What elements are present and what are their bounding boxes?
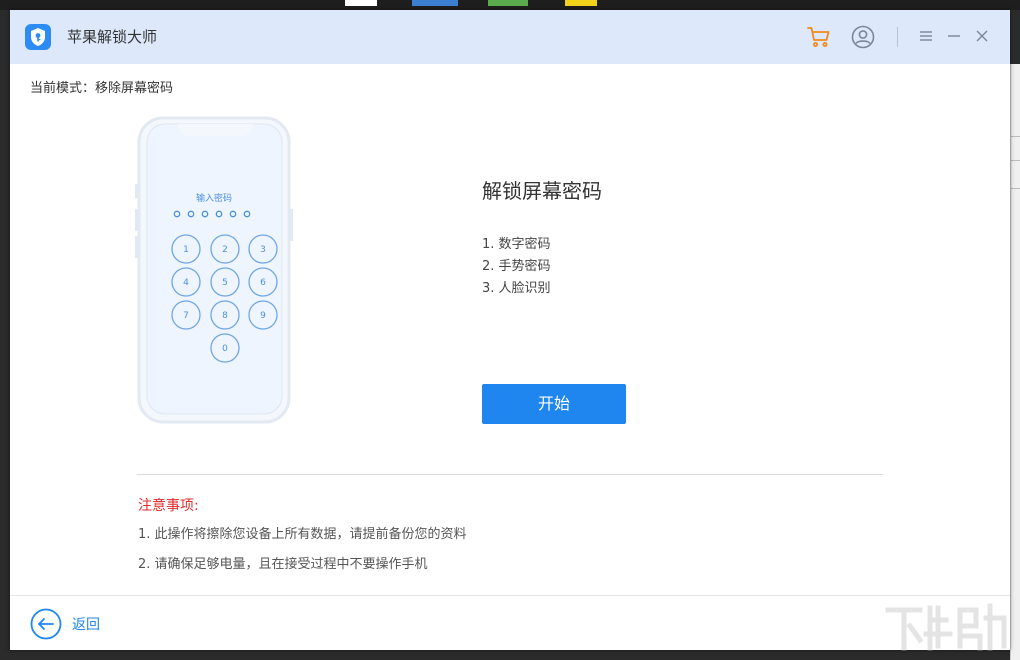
keypad-digit: 6 [260,278,266,288]
current-mode-label: 当前模式：移除屏幕密码 [30,81,174,96]
keypad-digit: 1 [183,245,189,255]
title-bar: 苹果解锁大师 [10,10,1010,64]
app-window: 苹果解锁大师 当前模式：移除屏幕密码 输入密码 1 2 3 4 5 6 7 8 … [10,10,1010,650]
background-window [1010,64,1020,660]
list-item: 2. 手势密码 [482,259,551,274]
close-icon[interactable] [972,26,992,46]
menu-icon[interactable] [916,26,936,46]
minimize-icon[interactable] [944,26,964,46]
taskbar-item[interactable] [565,0,597,6]
keypad-digit: 2 [222,245,228,255]
list-item: 3. 人脸识别 [482,281,551,296]
keypad-digit: 8 [222,311,228,321]
keypad-digit: 9 [260,311,266,321]
back-arrow-icon[interactable] [30,608,62,640]
notes-title: 注意事项: [138,498,199,514]
list-item: 1. 数字密码 [482,237,551,252]
watermark-logo [880,596,1010,656]
section-title: 解锁屏幕密码 [482,179,602,203]
taskbar-item[interactable] [488,0,528,6]
phone-prompt: 输入密码 [196,192,232,204]
cart-icon[interactable] [807,25,831,49]
keypad-digit: 3 [260,245,266,255]
keypad-digit: 4 [183,278,189,288]
taskbar-item[interactable] [412,0,458,6]
user-icon[interactable] [851,25,875,49]
footer-divider [10,595,1010,596]
phone-illustration: 输入密码 1 2 3 4 5 6 7 8 9 0 [135,114,295,426]
app-logo-icon [25,24,51,50]
keypad-digit: 5 [222,278,228,288]
keypad-digit: 7 [183,311,189,321]
back-button[interactable]: 返回 [72,614,100,634]
unlock-type-list: 1. 数字密码 2. 手势密码 3. 人脸识别 [482,234,551,300]
os-taskbar [0,0,1020,10]
taskbar-item[interactable] [345,0,377,6]
app-title: 苹果解锁大师 [67,28,158,46]
note-item: 2. 请确保足够电量，且在接受过程中不要操作手机 [138,557,428,572]
title-separator [897,27,898,47]
divider [137,474,883,475]
start-button[interactable]: 开始 [482,384,626,424]
keypad-digit: 0 [222,344,228,354]
note-item: 1. 此操作将擦除您设备上所有数据，请提前备份您的资料 [138,527,467,542]
